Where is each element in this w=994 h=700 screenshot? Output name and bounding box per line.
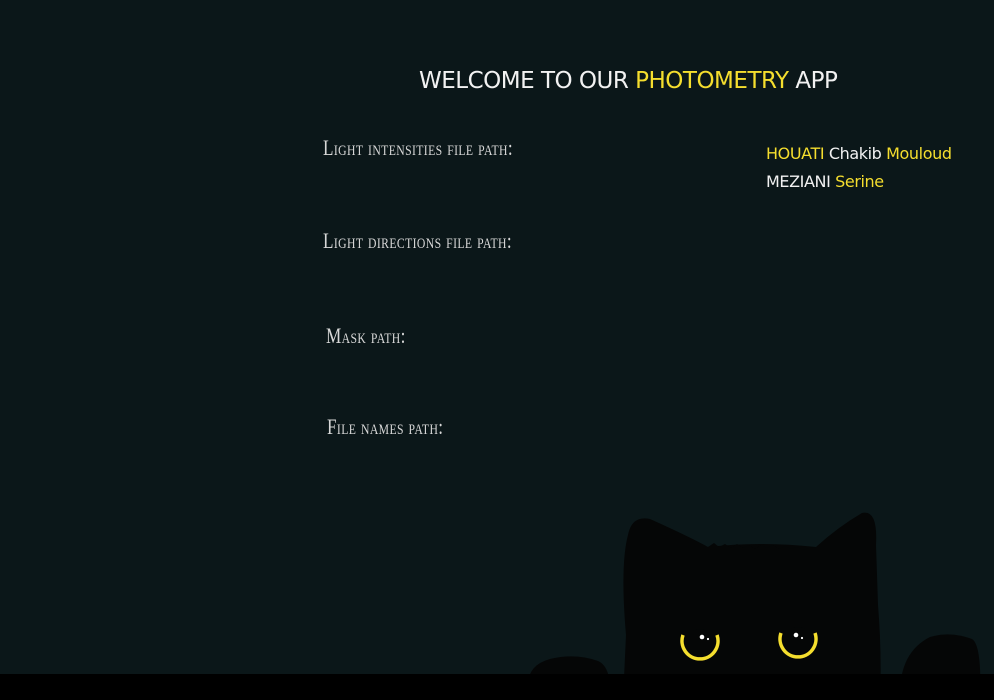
author-line-1: HOUATI Chakib Mouloud [766,140,952,168]
author-2-first-rest: erine [844,172,884,191]
filenames-path-input[interactable] [560,416,744,444]
author-1-surname: HOUATI [766,144,825,163]
mask-path-label: Mask path: [326,323,406,348]
intensities-path-input[interactable] [560,137,744,165]
directions-path-label: Light directions file path: [323,228,513,253]
bottom-bar [0,674,994,700]
author-1-second-name-rest: ouloud [899,144,952,163]
author-1-second-name-initial: M [881,144,900,163]
directions-path-input[interactable] [560,230,744,258]
mask-path-input[interactable] [560,325,744,353]
title-text-1: WELCOME TO OUR [419,68,636,94]
author-2-first-initial: S [830,172,845,191]
title-text-2: APP [788,68,838,94]
authors-block: HOUATI Chakib Mouloud MEZIANI Serine [766,140,952,196]
author-1-first-name: Chakib [828,144,882,163]
intensities-path-label: Light intensities file path: [323,135,514,160]
filenames-path-label: File names path: [327,414,444,439]
page-title: WELCOME TO OUR PHOTOMETRY APP [419,68,838,94]
author-2-surname: MEZIANI [766,172,831,191]
author-line-2: MEZIANI Serine [766,168,952,196]
title-highlight: PHOTOMETRY [635,68,789,94]
black-cat-peeking-icon [528,512,981,700]
